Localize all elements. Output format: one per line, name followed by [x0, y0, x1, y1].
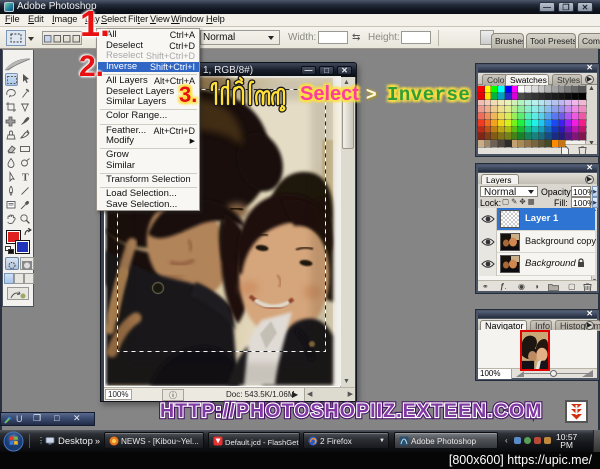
svg-text:T: T — [22, 173, 29, 184]
